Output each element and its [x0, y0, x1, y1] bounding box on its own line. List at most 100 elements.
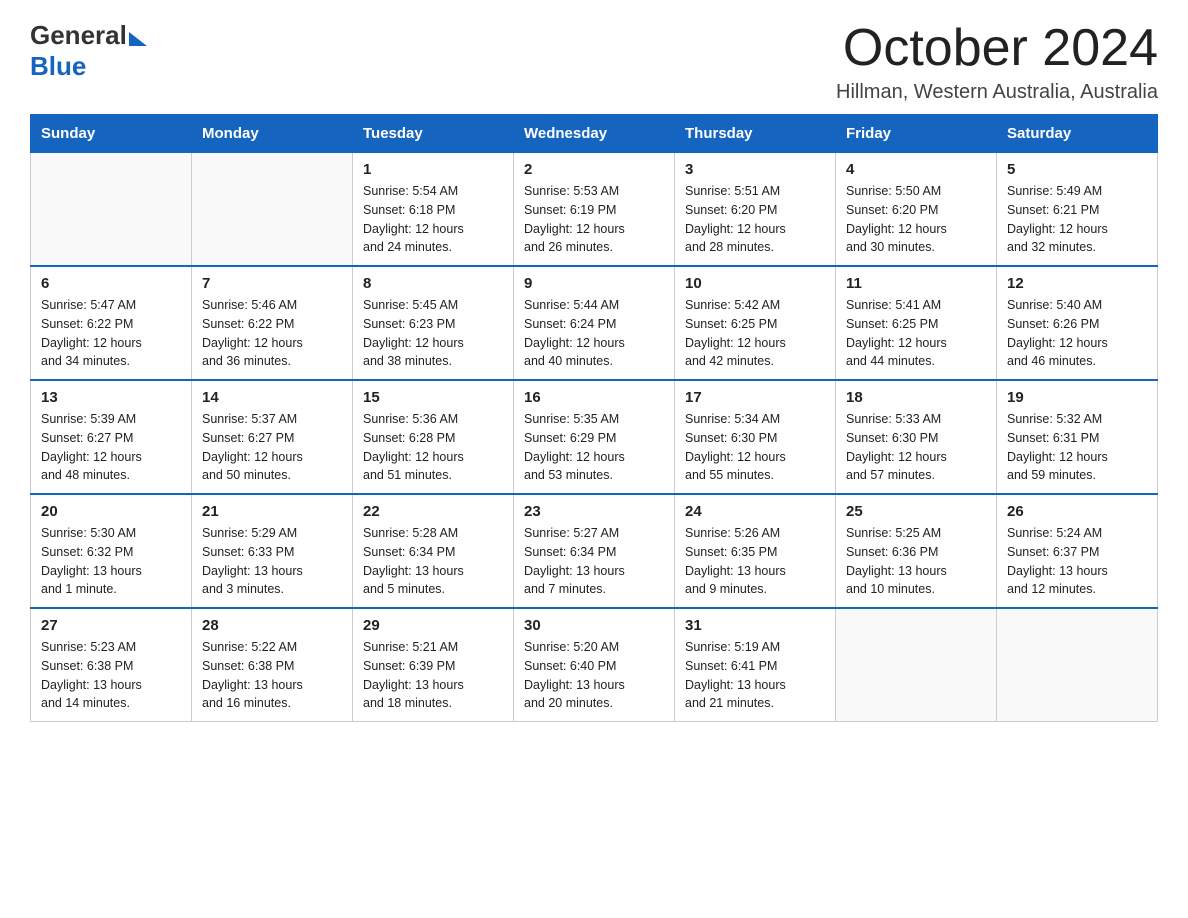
day-number: 31: [685, 617, 825, 634]
calendar-cell: 8 Sunrise: 5:45 AMSunset: 6:23 PMDaylight…: [353, 266, 514, 380]
day-number: 27: [41, 617, 181, 634]
day-number: 5: [1007, 161, 1147, 178]
day-number: 30: [524, 617, 664, 634]
title-area: October 2024 Hillman, Western Australia,…: [836, 20, 1158, 104]
calendar-cell: 26Sunrise: 5:24 AMSunset: 6:37 PMDayligh…: [997, 494, 1158, 608]
day-info: Sunrise: 5:30 AMSunset: 6:32 PMDaylight:…: [41, 524, 181, 599]
calendar-cell: 14 Sunrise: 5:37 AMSunset: 6:27 PMDayligh…: [192, 380, 353, 494]
day-info: Sunrise: 5:23 AMSunset: 6:38 PMDaylight:…: [41, 638, 181, 713]
day-number: 16: [524, 389, 664, 406]
calendar-cell: [192, 153, 353, 267]
day-info: Sunrise: 5:29 AMSunset: 6:33 PMDaylight:…: [202, 524, 342, 599]
calendar-cell: 21 Sunrise: 5:29 AMSunset: 6:33 PMDayligh…: [192, 494, 353, 608]
calendar-cell: 17Sunrise: 5:34 AMSunset: 6:30 PMDayligh…: [675, 380, 836, 494]
day-info: Sunrise: 5:41 AMSunset: 6:25 PMDaylight:…: [846, 296, 986, 371]
day-info: Sunrise: 5:28 AMSunset: 6:34 PMDaylight:…: [363, 524, 503, 599]
logo-general-text: General: [30, 20, 127, 51]
day-info: Sunrise: 5:25 AMSunset: 6:36 PMDaylight:…: [846, 524, 986, 599]
day-info: Sunrise: 5:40 AMSunset: 6:26 PMDaylight:…: [1007, 296, 1147, 371]
month-title: October 2024: [836, 20, 1158, 77]
weekday-header-thursday: Thursday: [675, 115, 836, 153]
day-info: Sunrise: 5:34 AMSunset: 6:30 PMDaylight:…: [685, 410, 825, 485]
day-info: Sunrise: 5:36 AMSunset: 6:28 PMDaylight:…: [363, 410, 503, 485]
calendar-cell: 18 Sunrise: 5:33 AMSunset: 6:30 PMDayligh…: [836, 380, 997, 494]
day-info: Sunrise: 5:22 AMSunset: 6:38 PMDaylight:…: [202, 638, 342, 713]
logo-arrow-icon: [129, 32, 147, 46]
day-number: 3: [685, 161, 825, 178]
weekday-header-saturday: Saturday: [997, 115, 1158, 153]
day-number: 22: [363, 503, 503, 520]
day-info: Sunrise: 5:47 AMSunset: 6:22 PMDaylight:…: [41, 296, 181, 371]
day-number: 13: [41, 389, 181, 406]
day-number: 11: [846, 275, 986, 292]
calendar-cell: 19Sunrise: 5:32 AMSunset: 6:31 PMDayligh…: [997, 380, 1158, 494]
calendar-cell: 12Sunrise: 5:40 AMSunset: 6:26 PMDayligh…: [997, 266, 1158, 380]
calendar-cell: 11 Sunrise: 5:41 AMSunset: 6:25 PMDayligh…: [836, 266, 997, 380]
calendar-week-1: 1 Sunrise: 5:54 AMSunset: 6:18 PMDaylight…: [31, 153, 1158, 267]
weekday-header-sunday: Sunday: [31, 115, 192, 153]
day-number: 18: [846, 389, 986, 406]
calendar-week-5: 27 Sunrise: 5:23 AMSunset: 6:38 PMDayligh…: [31, 608, 1158, 722]
day-info: Sunrise: 5:39 AMSunset: 6:27 PMDaylight:…: [41, 410, 181, 485]
day-number: 10: [685, 275, 825, 292]
weekday-header-wednesday: Wednesday: [514, 115, 675, 153]
day-number: 2: [524, 161, 664, 178]
day-number: 14: [202, 389, 342, 406]
day-info: Sunrise: 5:24 AMSunset: 6:37 PMDaylight:…: [1007, 524, 1147, 599]
day-info: Sunrise: 5:37 AMSunset: 6:27 PMDaylight:…: [202, 410, 342, 485]
day-info: Sunrise: 5:54 AMSunset: 6:18 PMDaylight:…: [363, 182, 503, 257]
weekday-header-monday: Monday: [192, 115, 353, 153]
day-number: 6: [41, 275, 181, 292]
day-info: Sunrise: 5:45 AMSunset: 6:23 PMDaylight:…: [363, 296, 503, 371]
calendar-cell: 28 Sunrise: 5:22 AMSunset: 6:38 PMDayligh…: [192, 608, 353, 722]
day-info: Sunrise: 5:35 AMSunset: 6:29 PMDaylight:…: [524, 410, 664, 485]
calendar-week-2: 6 Sunrise: 5:47 AMSunset: 6:22 PMDaylight…: [31, 266, 1158, 380]
calendar-cell: 7Sunrise: 5:46 AMSunset: 6:22 PMDaylight…: [192, 266, 353, 380]
day-info: Sunrise: 5:50 AMSunset: 6:20 PMDaylight:…: [846, 182, 986, 257]
logo-blue-text: Blue: [30, 51, 86, 82]
day-number: 29: [363, 617, 503, 634]
calendar-table: SundayMondayTuesdayWednesdayThursdayFrid…: [30, 114, 1158, 722]
day-info: Sunrise: 5:33 AMSunset: 6:30 PMDaylight:…: [846, 410, 986, 485]
day-info: Sunrise: 5:51 AMSunset: 6:20 PMDaylight:…: [685, 182, 825, 257]
weekday-header-tuesday: Tuesday: [353, 115, 514, 153]
day-info: Sunrise: 5:53 AMSunset: 6:19 PMDaylight:…: [524, 182, 664, 257]
day-info: Sunrise: 5:26 AMSunset: 6:35 PMDaylight:…: [685, 524, 825, 599]
calendar-cell: 5 Sunrise: 5:49 AMSunset: 6:21 PMDaylight…: [997, 153, 1158, 267]
calendar-cell: 25Sunrise: 5:25 AMSunset: 6:36 PMDayligh…: [836, 494, 997, 608]
calendar-cell: [997, 608, 1158, 722]
calendar-cell: 10 Sunrise: 5:42 AMSunset: 6:25 PMDayligh…: [675, 266, 836, 380]
day-number: 21: [202, 503, 342, 520]
weekday-header-friday: Friday: [836, 115, 997, 153]
calendar-cell: 9 Sunrise: 5:44 AMSunset: 6:24 PMDaylight…: [514, 266, 675, 380]
day-number: 24: [685, 503, 825, 520]
day-info: Sunrise: 5:44 AMSunset: 6:24 PMDaylight:…: [524, 296, 664, 371]
calendar-cell: 1 Sunrise: 5:54 AMSunset: 6:18 PMDaylight…: [353, 153, 514, 267]
day-number: 4: [846, 161, 986, 178]
calendar-cell: 3 Sunrise: 5:51 AMSunset: 6:20 PMDaylight…: [675, 153, 836, 267]
day-number: 1: [363, 161, 503, 178]
calendar-cell: 13 Sunrise: 5:39 AMSunset: 6:27 PMDayligh…: [31, 380, 192, 494]
day-info: Sunrise: 5:21 AMSunset: 6:39 PMDaylight:…: [363, 638, 503, 713]
calendar-week-4: 20Sunrise: 5:30 AMSunset: 6:32 PMDayligh…: [31, 494, 1158, 608]
calendar-cell: 29 Sunrise: 5:21 AMSunset: 6:39 PMDayligh…: [353, 608, 514, 722]
location-title: Hillman, Western Australia, Australia: [836, 81, 1158, 104]
calendar-cell: 2 Sunrise: 5:53 AMSunset: 6:19 PMDaylight…: [514, 153, 675, 267]
page-header: General Blue October 2024 Hillman, Weste…: [30, 20, 1158, 104]
day-number: 15: [363, 389, 503, 406]
day-number: 8: [363, 275, 503, 292]
day-number: 9: [524, 275, 664, 292]
day-info: Sunrise: 5:49 AMSunset: 6:21 PMDaylight:…: [1007, 182, 1147, 257]
day-number: 28: [202, 617, 342, 634]
calendar-cell: 20Sunrise: 5:30 AMSunset: 6:32 PMDayligh…: [31, 494, 192, 608]
day-info: Sunrise: 5:20 AMSunset: 6:40 PMDaylight:…: [524, 638, 664, 713]
day-number: 23: [524, 503, 664, 520]
day-info: Sunrise: 5:27 AMSunset: 6:34 PMDaylight:…: [524, 524, 664, 599]
day-info: Sunrise: 5:19 AMSunset: 6:41 PMDaylight:…: [685, 638, 825, 713]
calendar-cell: [836, 608, 997, 722]
calendar-cell: 23 Sunrise: 5:27 AMSunset: 6:34 PMDayligh…: [514, 494, 675, 608]
calendar-cell: 16 Sunrise: 5:35 AMSunset: 6:29 PMDayligh…: [514, 380, 675, 494]
day-info: Sunrise: 5:42 AMSunset: 6:25 PMDaylight:…: [685, 296, 825, 371]
calendar-week-3: 13 Sunrise: 5:39 AMSunset: 6:27 PMDayligh…: [31, 380, 1158, 494]
calendar-cell: [31, 153, 192, 267]
